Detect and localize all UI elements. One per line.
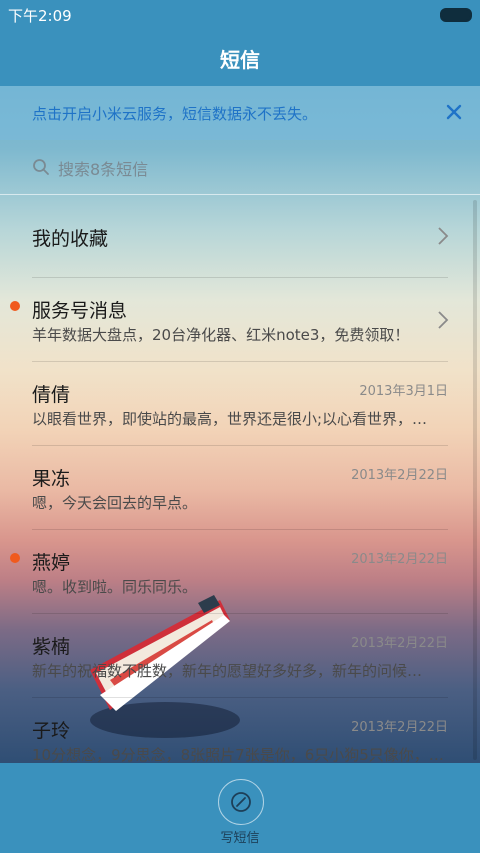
cloud-banner[interactable]: 点击开启小米云服务，短信数据永不丢失。 [0,86,480,140]
battery-icon [440,8,472,22]
list-item-name: 紫楠 [32,636,71,658]
list-item-snippet: 羊年数据大盘点，20台净化器、红米note3，免费领取！ [32,326,410,344]
title-bar: 短信 [0,28,480,86]
list-item-name: 服务号消息 [32,300,128,322]
close-icon[interactable] [440,98,468,126]
list-item-snippet: 10分想念，9分思念，8张照片7张是你，6只小狗5只像你，4… [32,746,452,764]
search-bar[interactable]: 搜索8条短信 [0,140,480,195]
compose-button[interactable] [218,779,264,825]
search-icon [33,159,49,175]
list-item-favorites[interactable]: 我的收藏 [0,194,480,278]
compose-label[interactable]: 写短信 [0,827,480,846]
search-placeholder[interactable]: 搜索8条短信 [58,156,148,180]
list-item-date: 2013年2月22日 [351,552,448,567]
unread-dot [10,553,20,563]
compose-icon [231,792,251,812]
list-item-snippet: 新年的祝福数不胜数，新年的愿望好多好多，新年的问候… [32,662,423,680]
list-item-name: 燕婷 [32,552,71,574]
list-item-snippet: 嗯。收到啦。同乐同乐。 [32,578,198,596]
list-item-snippet: 以眼看世界，即使站的最高，世界还是很小;以心看世界，… [32,410,428,428]
unread-dot [10,301,20,311]
list-item-snippet: 嗯，今天会回去的早点。 [32,494,198,512]
list-item-date: 2013年2月22日 [351,468,448,483]
page-title: 短信 [220,48,260,72]
list-item-name: 倩倩 [32,384,71,406]
list-item-date: 2013年2月22日 [351,636,448,651]
chevron-right-icon [438,227,449,245]
scrollbar[interactable] [473,200,477,760]
list-item-conversation[interactable]: 果冻 2013年2月22日 嗯，今天会回去的早点。 [0,446,480,530]
status-bar: 下午2:09 [0,0,480,28]
list-item-date: 2013年2月22日 [351,720,448,735]
list-item-name: 子玲 [32,720,71,742]
list-item-name: 我的收藏 [32,228,109,250]
list-item-name: 果冻 [32,468,71,490]
chevron-right-icon [438,311,449,329]
list-item-service-messages[interactable]: 服务号消息 羊年数据大盘点，20台净化器、红米note3，免费领取！ [0,278,480,362]
cloud-banner-text[interactable]: 点击开启小米云服务，短信数据永不丢失。 [32,103,317,124]
list-item-conversation[interactable]: 紫楠 2013年2月22日 新年的祝福数不胜数，新年的愿望好多好多，新年的问候… [0,614,480,698]
list-item-conversation[interactable]: 燕婷 2013年2月22日 嗯。收到啦。同乐同乐。 [0,530,480,614]
list-item-conversation[interactable]: 倩倩 2013年3月1日 以眼看世界，即使站的最高，世界还是很小;以心看世界，… [0,362,480,446]
list-item-date: 2013年3月1日 [359,384,448,399]
status-time: 下午2:09 [8,7,72,25]
bottom-bar: 写短信 [0,763,480,853]
